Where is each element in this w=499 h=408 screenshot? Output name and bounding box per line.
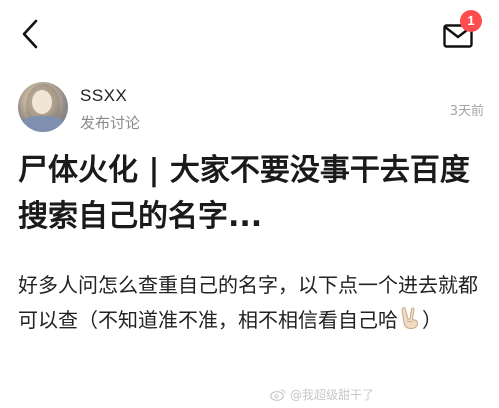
post-type-label: 发布讨论 [80, 114, 141, 132]
watermark: @我超级甜干了 [270, 386, 374, 403]
avatar[interactable] [18, 82, 68, 132]
chevron-left-icon [22, 19, 38, 49]
author-name[interactable]: SSXX [80, 86, 127, 106]
post-body-closing: ） [422, 308, 442, 332]
post-title: 尸体火化 | 大家不要没事干去百度搜索自己的名字... [18, 153, 470, 234]
post-body: 好多人问怎么查重自己的名字，以下点一个进去就都可以查（不知道准不准，相不相信看自… [18, 268, 488, 338]
victory-hand-emoji [401, 307, 419, 330]
watermark-text: @我超级甜干了 [290, 388, 375, 402]
back-button[interactable] [14, 14, 46, 54]
messages-button[interactable]: 1 [440, 10, 482, 54]
weibo-icon [270, 389, 286, 401]
notification-badge: 1 [460, 10, 482, 32]
author-row: SSXX 发布讨论 3天前 [18, 82, 488, 138]
post-timestamp: 3天前 [449, 104, 484, 119]
